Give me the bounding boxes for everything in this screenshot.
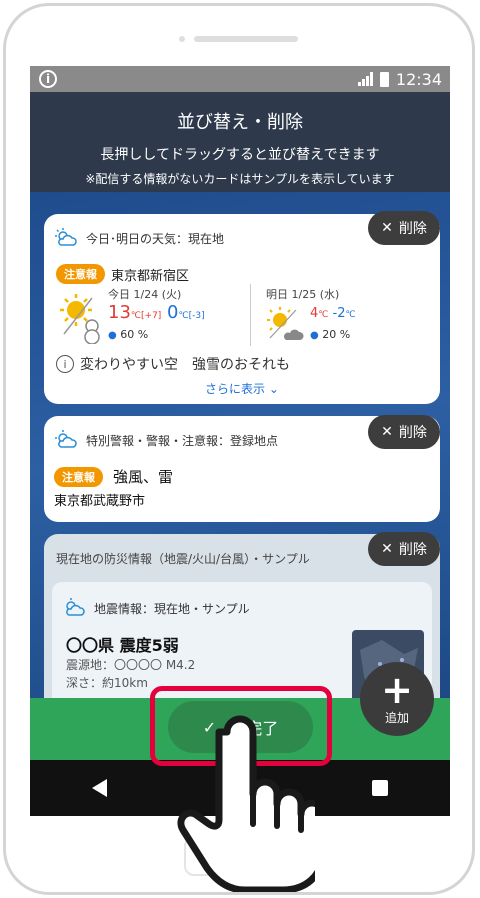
today-max-temp: 13 bbox=[108, 302, 131, 323]
today-date: 今日 1/24 (火) bbox=[108, 288, 182, 301]
warning-card-title: 特別警報・警報・注意報：登録地点 bbox=[86, 433, 279, 448]
weather-cloud-icon bbox=[55, 228, 77, 246]
page-subtitle: 長押ししてドラッグすると並び替えできます bbox=[100, 147, 380, 163]
close-icon: ✕ bbox=[381, 220, 393, 236]
tap-hand-icon bbox=[177, 715, 315, 892]
weather-location: 東京都新宿区 bbox=[111, 268, 190, 284]
today-min-diff: [-3] bbox=[188, 311, 205, 321]
battery-icon bbox=[379, 71, 389, 87]
tomorrow-min-temp: -2 bbox=[332, 306, 346, 321]
chevron-down-icon: ⌄ bbox=[268, 382, 279, 396]
status-time: 12:34 bbox=[395, 69, 442, 89]
disaster-card-title: 現在地の防災情報（地震/火山/台風）・サンプル bbox=[56, 552, 310, 566]
weather-note: 変わりやすい空 強雪のおそれも bbox=[80, 357, 290, 373]
advisory-badge: 注意報 bbox=[56, 264, 105, 284]
delete-button[interactable]: ✕ 削除 bbox=[368, 211, 440, 245]
today-max-diff: [+7] bbox=[141, 311, 162, 321]
forecast-divider bbox=[250, 284, 251, 346]
sun-cloud-icon bbox=[267, 307, 304, 340]
tomorrow-forecast: 明日 1/25 (水) 4℃ -2℃ ● 20 % bbox=[266, 286, 436, 346]
rain-drop-icon: ● bbox=[108, 330, 117, 341]
earthquake-title: 地震情報：現在地・サンプル bbox=[94, 601, 250, 616]
earthquake-depth: 深さ：約10km bbox=[66, 676, 148, 690]
info-icon: i bbox=[56, 355, 74, 373]
advisory-badge: 注意報 bbox=[54, 466, 103, 487]
sun-snow-icon bbox=[60, 294, 100, 344]
page-header: 並び替え・削除 長押ししてドラッグすると並び替えできます ※配信する情報がないカ… bbox=[30, 92, 450, 192]
add-button[interactable]: + 追加 bbox=[360, 662, 434, 736]
rain-drop-icon: ● bbox=[310, 330, 319, 341]
signal-icon bbox=[357, 72, 373, 86]
warning-area: 東京都武蔵野市 bbox=[54, 494, 146, 509]
close-icon: ✕ bbox=[381, 424, 393, 440]
speaker-grille bbox=[194, 36, 298, 42]
page-title: 並び替え・削除 bbox=[177, 112, 303, 133]
weather-cloud-icon bbox=[55, 430, 77, 448]
back-icon[interactable] bbox=[91, 779, 107, 797]
warning-content: 強風、雷 bbox=[113, 468, 174, 486]
recent-apps-icon[interactable] bbox=[372, 780, 389, 796]
today-min-temp: 0 bbox=[167, 302, 179, 323]
delete-button[interactable]: ✕ 削除 bbox=[368, 532, 440, 566]
earthquake-epicenter: 震源地：〇〇〇〇 M4.2 bbox=[66, 658, 196, 672]
weather-card-title: 今日･明日の天気：現在地 bbox=[86, 231, 225, 246]
status-bar: i 12:34 bbox=[30, 66, 450, 92]
weather-cloud-icon bbox=[66, 598, 85, 616]
page-note: ※配信する情報がないカードはサンプルを表示しています bbox=[85, 172, 395, 186]
close-icon: ✕ bbox=[381, 541, 393, 557]
show-more-link[interactable]: さらに表示 ⌄ bbox=[44, 380, 440, 397]
add-label: 追加 bbox=[384, 710, 409, 725]
plus-icon: + bbox=[381, 667, 413, 712]
today-forecast: 今日 1/24 (火) 13℃[+7] 0℃[-3] ● 60 % bbox=[58, 286, 248, 346]
earthquake-headline: 〇〇県 震度5弱 bbox=[66, 636, 179, 655]
delete-button[interactable]: ✕ 削除 bbox=[368, 415, 440, 449]
tomorrow-date: 明日 1/25 (水) bbox=[266, 288, 340, 301]
front-camera bbox=[179, 36, 185, 42]
today-pop: 60 % bbox=[120, 328, 149, 341]
info-icon: i bbox=[39, 70, 57, 88]
tomorrow-pop: 20 % bbox=[322, 328, 351, 341]
